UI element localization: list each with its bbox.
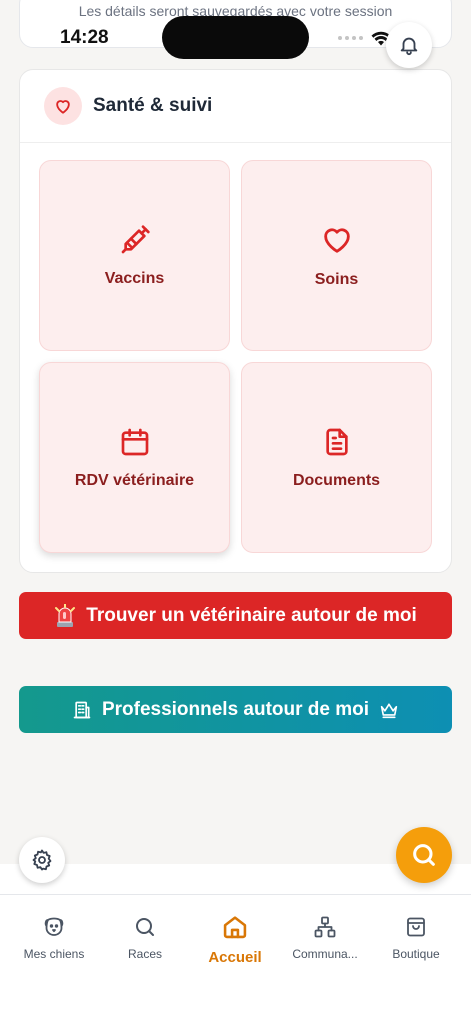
- crown-icon: [380, 702, 398, 718]
- status-time: 14:28: [60, 27, 109, 48]
- heart-icon: [323, 227, 350, 253]
- siren-icon: [55, 603, 76, 627]
- find-vet-label: Trouver un vétérinaire autour de moi: [86, 604, 417, 626]
- health-header: Santé & suivi: [20, 70, 451, 143]
- dog-icon: [44, 917, 64, 936]
- tile-vaccins[interactable]: Vaccins: [39, 160, 230, 351]
- professionals-button[interactable]: Professionnels autour de moi: [19, 686, 452, 733]
- tile-documents[interactable]: Documents: [241, 362, 432, 553]
- syringe-icon: [121, 224, 150, 253]
- health-card: Santé & suivi Vaccins Soins RDV vétérina…: [19, 69, 452, 573]
- building-icon: [73, 701, 91, 718]
- home-icon: [223, 916, 247, 939]
- settings-button[interactable]: [19, 837, 65, 883]
- tab-label: Communa...: [292, 947, 358, 961]
- tile-soins[interactable]: Soins: [241, 160, 432, 351]
- find-vet-button[interactable]: Trouver un vétérinaire autour de moi: [19, 592, 452, 639]
- professionals-label: Professionnels autour de moi: [101, 698, 370, 720]
- tab-communaute[interactable]: Communa...: [278, 915, 372, 961]
- tile-rdv-veterinaire[interactable]: RDV vétérinaire: [39, 362, 230, 553]
- search-fab[interactable]: [396, 827, 452, 883]
- tile-label: RDV vétérinaire: [74, 471, 195, 489]
- health-title: Santé & suivi: [93, 95, 213, 116]
- bell-icon: [400, 37, 418, 56]
- tile-label: Soins: [314, 270, 359, 288]
- tab-bar: Mes chiens Races Accueil Communa... Bout…: [0, 894, 471, 1024]
- tab-mes-chiens[interactable]: Mes chiens: [7, 915, 101, 961]
- shopping-bag-icon: [407, 917, 425, 937]
- tile-label: Vaccins: [104, 269, 165, 287]
- search-icon: [136, 918, 154, 936]
- tile-label: Documents: [292, 471, 381, 489]
- notifications-button[interactable]: [386, 22, 432, 68]
- tab-accueil[interactable]: Accueil: [188, 913, 282, 966]
- calendar-icon: [121, 428, 148, 455]
- tab-label: Boutique: [392, 947, 440, 961]
- document-icon: [325, 428, 348, 455]
- network-icon: [314, 916, 336, 938]
- tab-races[interactable]: Races: [98, 915, 192, 961]
- tab-label: Mes chiens: [23, 947, 85, 961]
- gear-icon: [32, 849, 52, 871]
- tab-label: Races: [127, 947, 162, 961]
- search-icon: [413, 844, 435, 866]
- tab-label: Accueil: [208, 949, 262, 966]
- signal-icon: [338, 36, 363, 40]
- tab-boutique[interactable]: Boutique: [369, 915, 463, 961]
- dynamic-island: [162, 16, 309, 59]
- heart-icon: [44, 87, 82, 125]
